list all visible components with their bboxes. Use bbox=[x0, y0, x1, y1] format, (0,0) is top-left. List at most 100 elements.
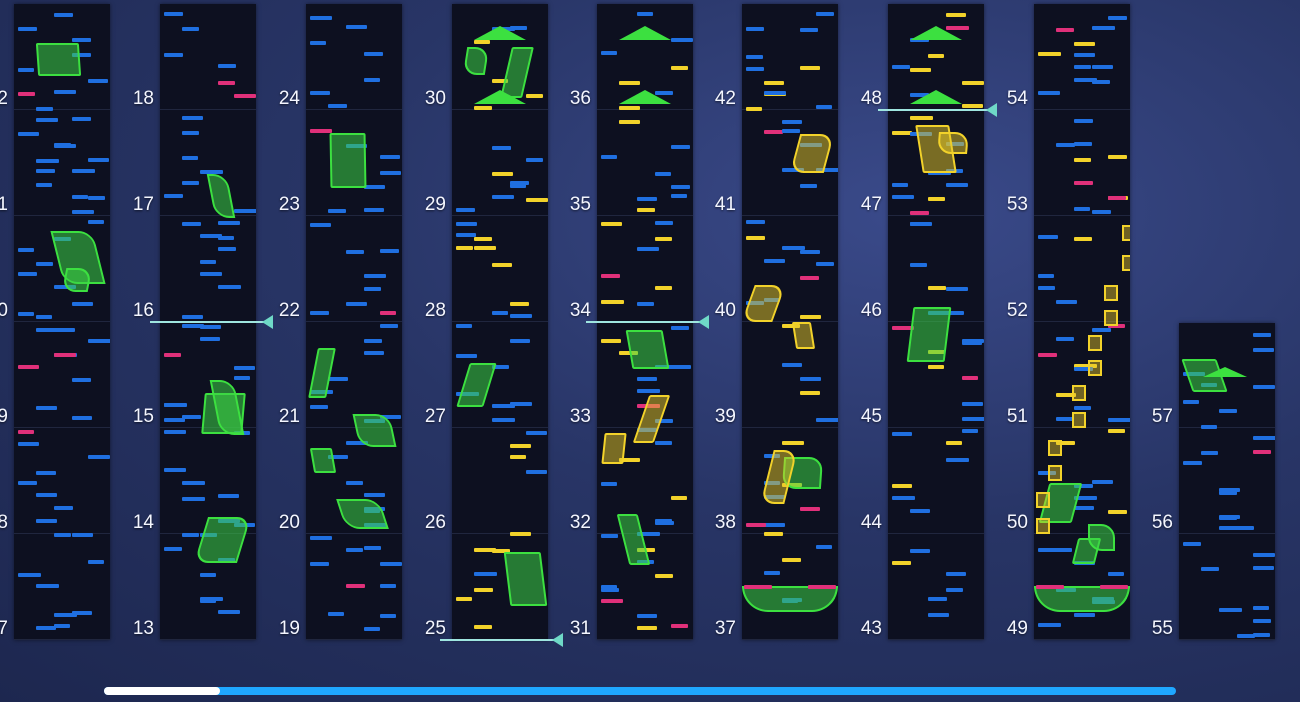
danger-note bbox=[18, 430, 34, 434]
chart-column bbox=[888, 4, 984, 640]
danger-note bbox=[1108, 196, 1126, 200]
tap-note bbox=[800, 28, 818, 32]
tap-note bbox=[364, 287, 381, 291]
tap-note bbox=[164, 430, 186, 434]
tap-note bbox=[510, 181, 529, 185]
danger-note bbox=[1253, 450, 1271, 454]
tap-note bbox=[72, 611, 92, 615]
flick-note bbox=[474, 625, 492, 629]
tap-note bbox=[492, 311, 508, 315]
scroll-track[interactable] bbox=[104, 687, 1176, 695]
tap-note bbox=[72, 195, 88, 199]
tap-note bbox=[36, 159, 59, 163]
tap-note bbox=[328, 612, 344, 616]
tap-note bbox=[637, 389, 660, 393]
tap-note bbox=[764, 571, 780, 575]
danger-note bbox=[1038, 353, 1057, 357]
tap-note bbox=[892, 183, 908, 187]
measure-line bbox=[888, 639, 984, 640]
tap-note bbox=[328, 104, 347, 108]
tap-note bbox=[946, 458, 969, 462]
tap-note bbox=[1038, 274, 1054, 278]
tap-note bbox=[200, 325, 221, 329]
chart-board[interactable]: 7 8 9 0 1 2 13 14 15 16 17 18 19 20 21 22 23 24 25 26 27 28 29… bbox=[0, 0, 1300, 702]
flick-note bbox=[928, 365, 944, 369]
measure-line bbox=[452, 533, 548, 534]
danger-note bbox=[18, 365, 39, 369]
flick-box bbox=[1048, 440, 1062, 456]
tap-note bbox=[1183, 400, 1199, 404]
flick-note bbox=[619, 120, 640, 124]
tap-note bbox=[364, 185, 385, 189]
measure-number: 19 bbox=[278, 618, 300, 639]
measure-number: 8 bbox=[0, 512, 8, 533]
tap-note bbox=[816, 12, 834, 16]
tap-note bbox=[816, 262, 834, 266]
measure-number: 34 bbox=[569, 300, 591, 321]
tap-note bbox=[18, 573, 41, 577]
tap-note bbox=[962, 341, 982, 345]
flick-note bbox=[1038, 52, 1061, 56]
hold-slide bbox=[503, 552, 548, 606]
flick-box bbox=[1104, 310, 1118, 326]
measure-number: 0 bbox=[0, 300, 8, 321]
tap-note bbox=[1092, 480, 1113, 484]
position-marker-line bbox=[150, 321, 266, 323]
tap-note bbox=[310, 41, 326, 45]
tap-note bbox=[72, 378, 91, 382]
measure-number: 57 bbox=[1151, 406, 1173, 427]
measure-number: 41 bbox=[714, 194, 736, 215]
flick-note bbox=[892, 561, 911, 565]
flick-note bbox=[928, 286, 946, 290]
tap-note bbox=[1253, 385, 1275, 389]
tap-note bbox=[218, 610, 240, 614]
tap-note bbox=[962, 429, 978, 433]
measure-number: 33 bbox=[569, 406, 591, 427]
tap-note bbox=[364, 78, 380, 82]
tap-note bbox=[200, 573, 216, 577]
tap-note bbox=[182, 481, 205, 485]
tap-note bbox=[346, 250, 364, 254]
tap-note bbox=[36, 107, 53, 111]
tap-note bbox=[364, 339, 382, 343]
tap-note bbox=[182, 222, 201, 226]
tap-note bbox=[526, 158, 543, 162]
flick-box bbox=[1072, 385, 1086, 401]
tap-note bbox=[1092, 26, 1115, 30]
tap-note bbox=[655, 441, 672, 445]
measure-number: 25 bbox=[424, 618, 446, 639]
tap-note bbox=[164, 418, 185, 422]
tap-note bbox=[328, 377, 348, 381]
tap-note bbox=[310, 91, 330, 95]
tap-note bbox=[36, 626, 56, 630]
tap-note bbox=[1074, 119, 1093, 123]
tap-note bbox=[72, 533, 93, 537]
measure-number: 13 bbox=[132, 618, 154, 639]
tap-note bbox=[182, 27, 199, 31]
flick-box bbox=[1036, 518, 1050, 534]
tap-note bbox=[637, 247, 659, 251]
tap-note bbox=[218, 494, 239, 498]
tap-note bbox=[18, 312, 34, 316]
flick-box bbox=[1122, 255, 1130, 271]
measure-number: 46 bbox=[860, 300, 882, 321]
measure-line bbox=[888, 215, 984, 216]
star-marker bbox=[474, 90, 526, 104]
measure-line bbox=[1179, 427, 1275, 428]
tap-note bbox=[1219, 608, 1242, 612]
flick-note bbox=[892, 484, 912, 488]
tap-note bbox=[892, 65, 910, 69]
tap-note bbox=[1183, 542, 1201, 546]
star-marker bbox=[910, 90, 962, 104]
tap-note bbox=[36, 118, 58, 122]
tap-note bbox=[346, 302, 367, 306]
measure-number: 31 bbox=[569, 618, 591, 639]
position-marker-arrow bbox=[698, 315, 709, 329]
tap-note bbox=[1201, 425, 1217, 429]
tap-note bbox=[182, 181, 199, 185]
tap-note bbox=[456, 222, 477, 226]
tap-note bbox=[346, 25, 367, 29]
scroll-thumb[interactable] bbox=[104, 687, 220, 695]
flick-note bbox=[746, 107, 762, 111]
measure-number: 52 bbox=[1006, 300, 1028, 321]
